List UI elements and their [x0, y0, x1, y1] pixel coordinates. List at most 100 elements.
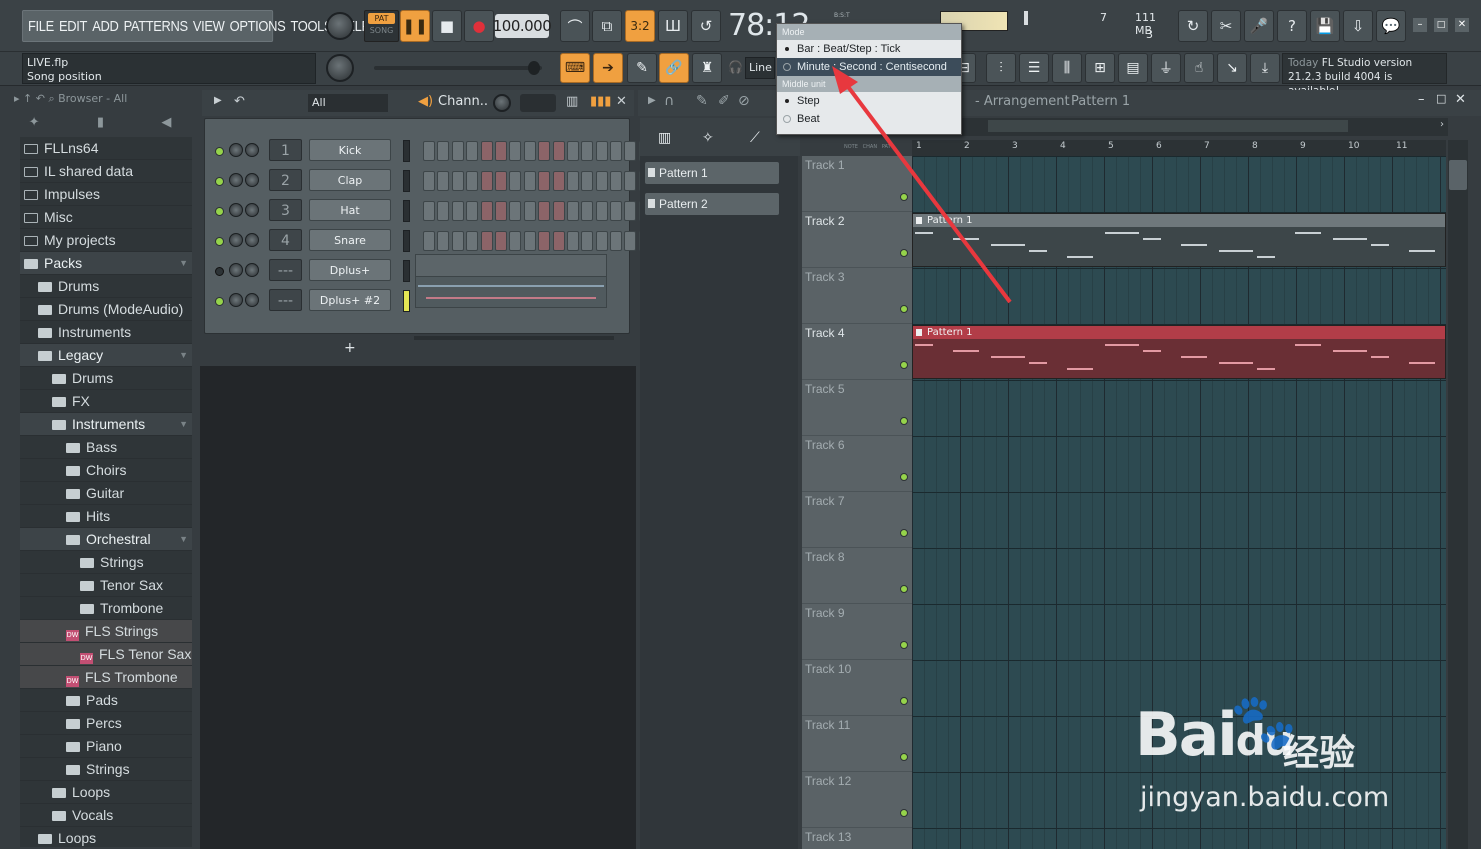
channel-mute-led[interactable] [215, 267, 224, 276]
project-document-icon[interactable]: ▤ [1118, 53, 1148, 83]
step-button[interactable] [480, 141, 493, 161]
browser-item[interactable]: Strings [20, 758, 192, 781]
step-button[interactable] [595, 141, 608, 161]
magnet-icon[interactable]: ∩ [664, 93, 674, 109]
headphones-icon[interactable]: 🎧 [728, 60, 743, 74]
playlist-grid[interactable]: Pattern 1 Pattern 1 [912, 156, 1446, 849]
channel-mixer-track[interactable]: --- [269, 289, 302, 311]
countdown-icon[interactable]: 3:2 [625, 10, 655, 42]
middle-option-step[interactable]: Step [777, 92, 961, 110]
browser-item[interactable]: Guitar [20, 482, 192, 505]
playlist-vertical-scrollbar[interactable] [1448, 140, 1468, 849]
pattern-picker-icon[interactable]: ▥ [658, 130, 671, 146]
add-channel-button[interactable]: + [344, 340, 356, 356]
save-icon[interactable]: 💾 [1310, 10, 1340, 42]
wait-input-icon[interactable]: ⧉ [592, 10, 622, 42]
step-button[interactable] [451, 141, 464, 161]
step-button[interactable] [552, 141, 565, 161]
browser-item[interactable]: Strings [20, 551, 192, 574]
channel-volume-knob[interactable] [245, 143, 259, 157]
step-button[interactable] [581, 141, 594, 161]
browser-item[interactable]: Pads [20, 689, 192, 712]
channel-name-button[interactable]: Dplus+ [309, 259, 391, 281]
channel-name-button[interactable]: Kick [309, 139, 391, 161]
channel-rack-icon[interactable]: ☰ [1019, 53, 1049, 83]
browser-item[interactable]: Orchestral ▼ [20, 528, 192, 551]
paint-tool-icon[interactable]: ✐ [718, 93, 730, 109]
pat-song-toggle[interactable]: PAT SONG [364, 10, 399, 42]
rack-scrollbar[interactable] [414, 336, 614, 340]
step-button[interactable] [494, 201, 507, 221]
channel-volume-knob[interactable] [245, 293, 259, 307]
collapse-arrow-icon[interactable]: ▼ [179, 344, 188, 367]
playlist-close-icon[interactable]: ✕ [1455, 92, 1466, 107]
minimize-icon[interactable]: – [1413, 18, 1427, 32]
track-header[interactable]: Track 5 [802, 380, 912, 436]
browser-item[interactable]: Drums [20, 275, 192, 298]
browser-tree-icon[interactable]: ⊞ [1085, 53, 1115, 83]
touch-keyboard-icon[interactable]: ☝ [1184, 53, 1214, 83]
step-button[interactable] [523, 141, 536, 161]
menu-file[interactable]: FILE [28, 18, 54, 35]
collapse-arrow-icon[interactable]: ▼ [179, 413, 188, 436]
track-header[interactable]: Track 3 [802, 268, 912, 324]
step-button[interactable] [566, 141, 579, 161]
step-button[interactable] [494, 231, 507, 251]
stop-icon[interactable]: ■ [432, 10, 462, 42]
overview-window[interactable] [988, 120, 1348, 132]
track-mute-led[interactable] [900, 585, 908, 593]
track-mute-led[interactable] [900, 193, 908, 201]
step-button[interactable] [466, 231, 479, 251]
browser-item[interactable]: Drums [20, 367, 192, 390]
menu-add[interactable]: ADD [92, 18, 119, 35]
pattern-item[interactable]: Pattern 1 [645, 162, 779, 184]
channel-volume-knob[interactable] [245, 263, 259, 277]
rack-step-icon[interactable]: ▮▮▮ [590, 94, 611, 109]
channel-mute-led[interactable] [215, 297, 224, 306]
audio-clips-icon[interactable]: ✧ [702, 130, 714, 146]
pattern-item[interactable]: Pattern 2 [645, 193, 779, 215]
channel-select-meter[interactable] [403, 290, 410, 312]
browser-item[interactable]: Impulses [20, 183, 192, 206]
step-button[interactable] [552, 171, 565, 191]
channel-pan-knob[interactable] [229, 263, 243, 277]
master-volume-knob[interactable] [326, 12, 354, 40]
step-button[interactable] [581, 231, 594, 251]
browser-item[interactable]: Percs [20, 712, 192, 735]
browser-item[interactable]: Hits [20, 505, 192, 528]
track-header[interactable]: Track 13 [802, 828, 912, 849]
step-button[interactable] [437, 171, 450, 191]
browser-item[interactable]: Legacy ▼ [20, 344, 192, 367]
step-button[interactable] [566, 171, 579, 191]
rack-close-icon[interactable]: ✕ [616, 94, 627, 109]
step-button[interactable] [437, 201, 450, 221]
arrow-icon[interactable]: ➔ [593, 53, 623, 83]
piano-roll-icon[interactable]: ⌨ [560, 53, 590, 83]
channel-pan-knob[interactable] [229, 143, 243, 157]
step-button[interactable] [624, 141, 637, 161]
link-icon[interactable]: 🔗 [659, 53, 689, 83]
playlist-current-pattern[interactable]: Pattern 1 [1071, 94, 1130, 109]
step-button[interactable] [480, 171, 493, 191]
channel-mute-led[interactable] [215, 207, 224, 216]
channel-mute-led[interactable] [215, 177, 224, 186]
step-button[interactable] [624, 201, 637, 221]
browser-item[interactable]: FLLns64 [20, 137, 192, 160]
cut-icon[interactable]: ✂ [1211, 10, 1241, 42]
playlist-overview-bar[interactable]: › [962, 118, 1448, 136]
step-button[interactable] [523, 201, 536, 221]
track-header[interactable]: Track 12 [802, 772, 912, 828]
track-mute-led[interactable] [900, 361, 908, 369]
channel-pan-knob[interactable] [229, 203, 243, 217]
arrow-down-right-icon[interactable]: ↘ [1217, 53, 1247, 83]
delete-tool-icon[interactable]: ⊘ [738, 93, 750, 109]
channel-mixer-track[interactable]: 4 [269, 229, 302, 251]
maximize-icon[interactable]: □ [1434, 18, 1448, 32]
channel-pan-knob[interactable] [229, 233, 243, 247]
channel-mute-led[interactable] [215, 147, 224, 156]
timeline-ruler[interactable]: NOTE CHAN PAT 1 2 3 4 5 6 7 8 9 10 11 [844, 140, 1446, 156]
step-button[interactable] [523, 231, 536, 251]
download-icon[interactable]: ⤓ [1250, 53, 1280, 83]
track-header[interactable]: Track 9 [802, 604, 912, 660]
microphone-icon[interactable]: 🎤 [1244, 10, 1274, 42]
